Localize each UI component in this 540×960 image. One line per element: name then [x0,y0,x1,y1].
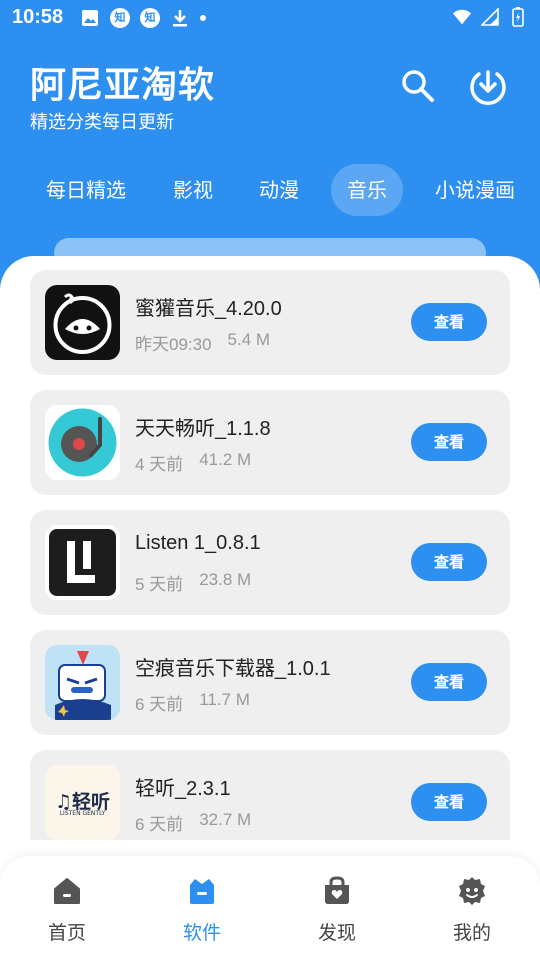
search-button[interactable] [396,66,440,110]
app-name: 天天畅听_1.1.8 [135,418,271,440]
robot-mascot-icon [45,645,120,720]
app-meta: 6 天前 11.7 M [135,690,250,715]
app-size: 41.2 M [199,450,252,469]
app-card[interactable]: 蜜獾音乐_4.20.0 昨天09:30 5.4 M 查看 [30,270,510,375]
view-button[interactable]: 查看 [411,543,487,581]
app-card[interactable]: 天天畅听_1.1.8 4 天前 41.2 M 查看 [30,390,510,495]
view-button[interactable]: 查看 [411,663,487,701]
honey-badger-music-icon [45,285,120,360]
view-button[interactable]: 查看 [411,303,487,341]
app-time: 6 天前 [135,695,184,714]
notification-icons: 知 知 [80,8,206,28]
battery-icon [508,7,528,27]
app-title: 阿尼亚淘软 [30,65,216,106]
turntable-icon [45,405,120,480]
signal-icon [480,7,500,27]
zhihu-icon: 知 [140,8,160,28]
app-size: 32.7 M [199,810,252,829]
view-button[interactable]: 查看 [411,423,487,461]
nav-label: 软件 [182,922,221,944]
listen1-logo-icon [45,525,120,600]
nav-software[interactable]: 软件 [152,874,252,954]
app-size: 23.8 M [199,570,252,589]
bottom-nav: 首页 软件 发现 我的 [0,856,540,960]
discover-icon [320,874,354,908]
profile-icon [455,874,489,908]
app-header: 阿尼亚淘软 精选分类每日更新 [0,36,540,146]
app-name: 空痕音乐下载器_1.0.1 [135,658,331,680]
nav-home[interactable]: 首页 [17,874,117,954]
app-meta: 昨天09:30 5.4 M [135,330,270,355]
content-panel: 蜜獾音乐_4.20.0 昨天09:30 5.4 M 查看 天天畅听_1.1.8 … [0,256,540,960]
tab-movies[interactable]: 影视 [160,164,226,216]
wifi-icon [452,7,472,27]
system-icons [452,7,528,27]
app-time: 6 天前 [135,815,184,834]
app-list: 蜜獾音乐_4.20.0 昨天09:30 5.4 M 查看 天天畅听_1.1.8 … [0,270,540,840]
view-button[interactable]: 查看 [411,783,487,821]
app-name: Listen 1_0.8.1 [135,532,261,554]
search-icon [400,68,436,108]
nav-discover[interactable]: 发现 [287,874,387,954]
app-name: 轻听_2.3.1 [135,778,231,800]
qingting-logo-icon: ♫轻听 LISTEN GENTLY [45,765,120,840]
app-card[interactable]: ♫轻听 LISTEN GENTLY 轻听_2.3.1 6 天前 32.7 M 查… [30,750,510,840]
app-time: 昨天09:30 [135,335,212,354]
app-subtitle: 精选分类每日更新 [30,112,174,133]
app-card[interactable]: Listen 1_0.8.1 5 天前 23.8 M 查看 [30,510,510,615]
more-notifications-dot [200,15,206,21]
status-bar: 10:58 知 知 [0,0,540,36]
app-card[interactable]: 空痕音乐下载器_1.0.1 6 天前 11.7 M 查看 [30,630,510,735]
tab-music[interactable]: 音乐 [331,164,403,216]
category-tabs: 每日精选 影视 动漫 音乐 小说漫画 [0,162,540,220]
tab-novels-comics[interactable]: 小说漫画 [420,164,530,216]
app-size: 5.4 M [227,330,271,349]
download-circle-icon [468,66,508,110]
app-name: 蜜獾音乐_4.20.0 [135,298,282,320]
image-icon [80,8,100,28]
app-size: 11.7 M [199,690,250,709]
tab-anime[interactable]: 动漫 [246,164,312,216]
nav-profile[interactable]: 我的 [422,874,522,954]
home-icon [50,874,84,908]
download-icon [170,8,190,28]
logo-subtext: LISTEN GENTLY [59,810,106,817]
nav-label: 发现 [317,922,356,944]
app-meta: 4 天前 41.2 M [135,450,251,475]
zhihu-icon: 知 [110,8,130,28]
nav-label: 我的 [452,922,491,944]
tab-daily-picks[interactable]: 每日精选 [30,164,142,216]
app-time: 5 天前 [135,575,184,594]
status-time: 10:58 [12,6,64,28]
app-meta: 5 天前 23.8 M [135,570,251,595]
download-manager-button[interactable] [466,66,510,110]
app-time: 4 天前 [135,455,184,474]
app-meta: 6 天前 32.7 M [135,810,251,835]
nav-label: 首页 [47,922,86,944]
software-icon [185,874,219,908]
